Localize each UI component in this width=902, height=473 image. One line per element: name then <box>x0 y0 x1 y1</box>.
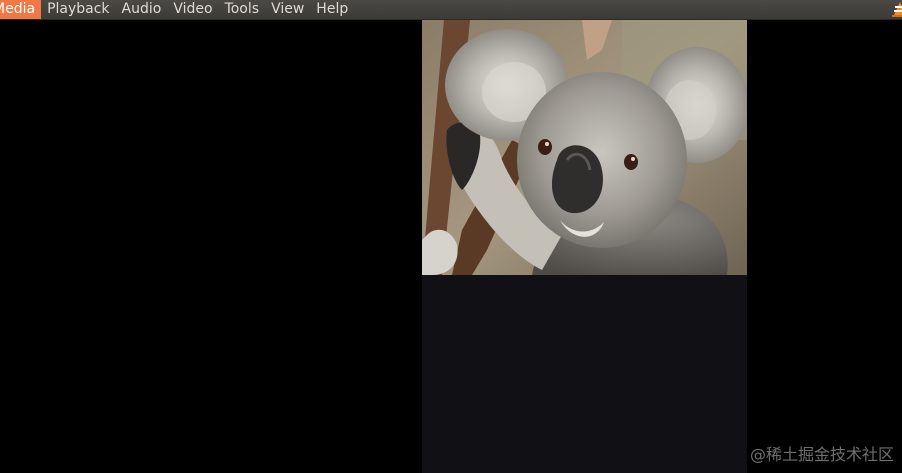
menu-tools[interactable]: Tools <box>219 0 266 19</box>
koala-image <box>422 20 747 275</box>
video-area[interactable] <box>0 20 902 473</box>
menu-help[interactable]: Help <box>310 0 354 19</box>
menu-video[interactable]: Video <box>167 0 218 19</box>
video-frame-koala <box>422 20 747 275</box>
video-surface[interactable] <box>422 20 747 473</box>
menu-bar: Media Playback Audio Video Tools View He… <box>0 0 902 20</box>
menu-playback[interactable]: Playback <box>41 0 115 19</box>
menu-view[interactable]: View <box>265 0 310 19</box>
watermark-text: @稀土掘金技术社区 <box>749 445 894 464</box>
menu-media[interactable]: Media <box>0 0 42 19</box>
vlc-cone-icon <box>892 2 902 17</box>
vlc-window: Media Playback Audio Video Tools View He… <box>0 0 902 473</box>
menu-audio[interactable]: Audio <box>116 0 168 19</box>
